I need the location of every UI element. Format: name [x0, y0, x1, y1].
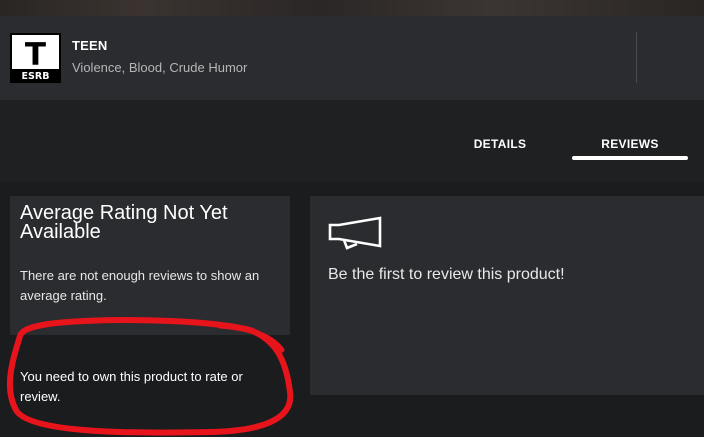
rating-name: TEEN — [72, 38, 108, 53]
svg-text:ESRB: ESRB — [22, 71, 50, 81]
average-rating-title: Average Rating Not Yet Available — [20, 202, 228, 243]
megaphone-icon — [328, 216, 384, 255]
review-prompt: Be the first to review this product! — [328, 266, 565, 283]
divider — [636, 32, 637, 83]
tab-details[interactable]: DETAILS — [460, 136, 540, 162]
ownership-notice: You need to own this product to rate or … — [20, 369, 243, 404]
esrb-teen-logo: T ESRB — [10, 33, 61, 83]
write-review-card[interactable]: Be the first to review this product! — [310, 196, 704, 395]
average-rating-message: There are not enough reviews to show an … — [20, 268, 260, 303]
rating-descriptors: Violence, Blood, Crude Humor — [72, 60, 248, 75]
age-rating-bar: T ESRB TEEN Violence, Blood, Crude Humor — [0, 16, 704, 100]
ownership-notice-card: You need to own this product to rate or … — [10, 344, 290, 420]
average-rating-card: Average Rating Not Yet Available There a… — [10, 196, 290, 335]
active-tab-indicator — [572, 156, 688, 160]
svg-text:T: T — [25, 37, 46, 73]
background-art-strip — [0, 0, 704, 16]
tab-bar: DETAILS REVIEWS — [0, 136, 704, 166]
